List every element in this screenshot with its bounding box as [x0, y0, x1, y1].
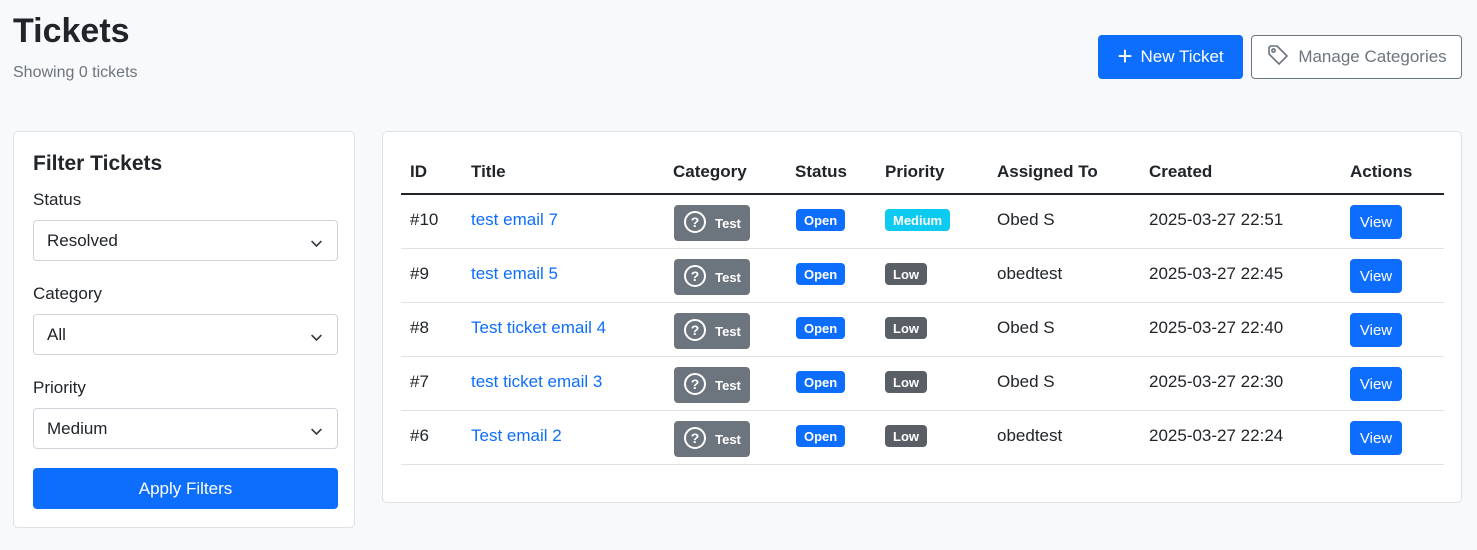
category-badge: ? Test: [674, 205, 750, 241]
filter-title: Filter Tickets: [33, 152, 163, 175]
priority-badge: Low: [885, 371, 927, 393]
ticket-title-link[interactable]: Test email 2: [471, 426, 562, 446]
question-circle-icon: ?: [683, 210, 707, 237]
category-select[interactable]: All: [33, 314, 338, 355]
category-badge-label: Test: [715, 215, 741, 231]
column-header-assigned-to: Assigned To: [997, 162, 1098, 181]
tickets-table: ID Title Category Status Priority Assign…: [382, 131, 1462, 503]
category-badge-label: Test: [715, 269, 741, 285]
created-date: 2025-03-27 22:51: [1149, 210, 1284, 229]
priority-label: Priority: [33, 378, 86, 397]
priority-badge: Low: [885, 317, 927, 339]
view-button[interactable]: View: [1350, 421, 1402, 455]
ticket-title-link[interactable]: test ticket email 3: [471, 372, 602, 392]
chevron-down-icon: [310, 423, 323, 443]
question-circle-icon: ?: [683, 426, 707, 453]
manage-categories-button[interactable]: Manage Categories: [1251, 35, 1462, 79]
ticket-title-link[interactable]: test email 7: [471, 210, 558, 230]
status-badge: Open: [796, 425, 846, 447]
view-button[interactable]: View: [1350, 367, 1402, 401]
category-badge: ? Test: [674, 367, 750, 403]
svg-text:?: ?: [691, 376, 700, 392]
column-header-priority: Priority: [885, 162, 945, 181]
priority-badge: Medium: [885, 209, 951, 231]
view-button[interactable]: View: [1350, 313, 1402, 347]
category-badge: ? Test: [674, 421, 750, 457]
ticket-title-link[interactable]: Test ticket email 4: [471, 318, 606, 338]
priority-badge: Low: [885, 425, 927, 447]
question-circle-icon: ?: [683, 264, 707, 291]
column-header-actions: Actions: [1350, 162, 1413, 181]
status-select[interactable]: Resolved: [33, 220, 338, 261]
apply-filters-button[interactable]: Apply Filters: [33, 468, 338, 509]
status-select-value: Resolved: [47, 230, 118, 250]
view-button[interactable]: View: [1350, 259, 1402, 293]
created-date: 2025-03-27 22:30: [1149, 372, 1284, 391]
status-badge: Open: [796, 263, 846, 285]
priority-select[interactable]: Medium: [33, 408, 338, 449]
new-ticket-label: New Ticket: [1140, 47, 1224, 66]
new-ticket-button[interactable]: + New Ticket: [1098, 35, 1243, 79]
ticket-id: #10: [410, 210, 439, 229]
question-circle-icon: ?: [683, 372, 707, 399]
column-header-id: ID: [410, 162, 427, 181]
ticket-count: Showing 0 tickets: [13, 64, 138, 81]
ticket-title-link[interactable]: test email 5: [471, 264, 558, 284]
svg-text:?: ?: [691, 268, 700, 284]
column-header-title: Title: [471, 162, 506, 181]
question-circle-icon: ?: [683, 318, 707, 345]
table-row: #10 test email 7 ? Test Open Medium Obed…: [401, 195, 1444, 249]
category-badge-label: Test: [715, 431, 741, 447]
category-badge-label: Test: [715, 377, 741, 393]
category-label: Category: [33, 284, 102, 303]
page-title: Tickets: [13, 12, 130, 50]
assigned-to: obedtest: [997, 264, 1063, 283]
svg-text:?: ?: [691, 430, 700, 446]
category-select-value: All: [47, 324, 66, 344]
created-date: 2025-03-27 22:24: [1149, 426, 1284, 445]
category-badge-label: Test: [715, 323, 741, 339]
table-row: #9 test email 5 ? Test Open Low obedtest…: [401, 249, 1444, 303]
table-row: #8 Test ticket email 4 ? Test Open Low O…: [401, 303, 1444, 357]
priority-select-value: Medium: [47, 418, 108, 438]
table-row: #7 test ticket email 3 ? Test Open Low O…: [401, 357, 1444, 411]
column-header-created: Created: [1149, 162, 1213, 181]
created-date: 2025-03-27 22:45: [1149, 264, 1284, 283]
status-badge: Open: [796, 317, 846, 339]
column-header-status: Status: [795, 162, 847, 181]
table-row: #6 Test email 2 ? Test Open Low obedtest…: [401, 411, 1444, 465]
tag-icon: [1266, 43, 1290, 72]
svg-text:?: ?: [691, 322, 700, 338]
assigned-to: Obed S: [997, 372, 1055, 391]
assigned-to: Obed S: [997, 318, 1055, 337]
ticket-id: #6: [410, 426, 429, 445]
ticket-id: #7: [410, 372, 429, 391]
status-badge: Open: [796, 209, 846, 231]
manage-categories-label: Manage Categories: [1298, 47, 1447, 66]
view-button[interactable]: View: [1350, 205, 1402, 239]
plus-icon: +: [1117, 41, 1133, 71]
created-date: 2025-03-27 22:40: [1149, 318, 1284, 337]
filter-panel: Filter Tickets Status Resolved Category …: [13, 131, 355, 528]
status-label: Status: [33, 190, 82, 209]
category-badge: ? Test: [674, 259, 750, 295]
ticket-id: #9: [410, 264, 429, 283]
column-header-category: Category: [673, 162, 747, 181]
priority-badge: Low: [885, 263, 927, 285]
status-badge: Open: [796, 371, 846, 393]
assigned-to: obedtest: [997, 426, 1063, 445]
ticket-id: #8: [410, 318, 429, 337]
category-badge: ? Test: [674, 313, 750, 349]
assigned-to: Obed S: [997, 210, 1055, 229]
chevron-down-icon: [310, 235, 323, 255]
chevron-down-icon: [310, 329, 323, 349]
svg-text:?: ?: [691, 214, 700, 230]
